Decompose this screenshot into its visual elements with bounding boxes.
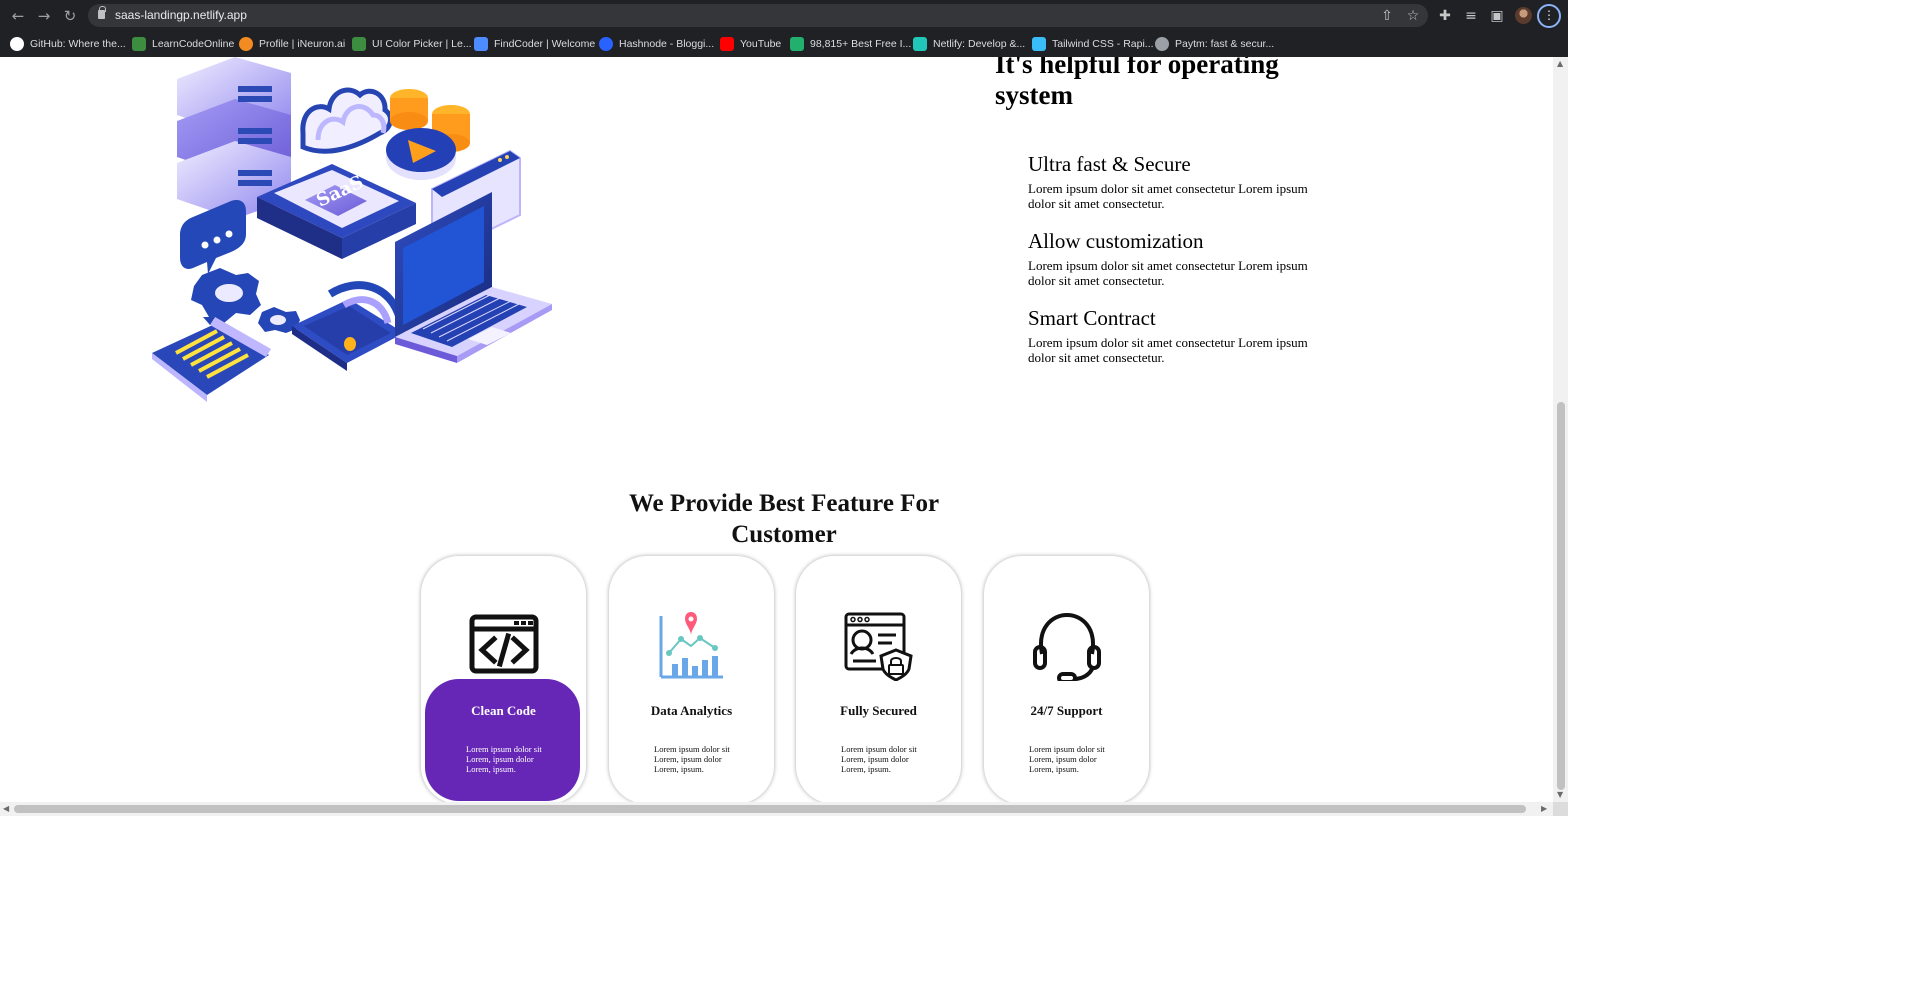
laptop-icon: [395, 192, 552, 363]
page-viewport: SaaS It's helpful for operating system U…: [0, 57, 1553, 802]
feature-ultra-fast-secure: Ultra fast & Secure Lorem ipsum dolor si…: [1028, 151, 1308, 211]
cloud-icon: [300, 87, 393, 154]
security-profile-icon: [844, 612, 913, 681]
headset-icon: [1033, 612, 1101, 681]
feature-description: Lorem ipsum dolor sit amet consectetur L…: [1028, 258, 1308, 288]
feature-card-support[interactable]: 24/7 Support Lorem ipsum dolor sit Lorem…: [984, 556, 1149, 802]
feature-allow-customization: Allow customization Lorem ipsum dolor si…: [1028, 228, 1308, 288]
card-description: Lorem ipsum dolor sit Lorem, ipsum dolor…: [654, 744, 730, 774]
ui-color-picker-icon: [352, 37, 366, 51]
findcoder-icon: [474, 37, 488, 51]
reload-icon[interactable]: ↻: [60, 6, 80, 26]
back-arrow-icon[interactable]: ←: [8, 6, 28, 26]
freepik-icon: [790, 37, 804, 51]
side-panel-icon[interactable]: ▣: [1487, 6, 1507, 26]
feature-card-fully-secured[interactable]: Fully Secured Lorem ipsum dolor sit Lore…: [796, 556, 961, 802]
youtube-icon: [720, 37, 734, 51]
code-window-icon: [469, 614, 539, 674]
bookmark-ineuron[interactable]: Profile | iNeuron.ai: [239, 36, 345, 52]
chrome-menu-icon[interactable]: ⋮: [1537, 4, 1561, 28]
horizontal-scrollbar[interactable]: ◀ ▶: [0, 802, 1553, 816]
address-bar[interactable]: saas-landingp.netlify.app: [88, 4, 1428, 27]
feature-smart-contract: Smart Contract Lorem ipsum dolor sit ame…: [1028, 305, 1308, 365]
hashnode-icon: [599, 37, 613, 51]
media-icon[interactable]: ≡: [1461, 6, 1481, 26]
vertical-scrollbar[interactable]: ▲ ▼: [1553, 57, 1568, 802]
netlify-icon: [913, 37, 927, 51]
feature-card-clean-code[interactable]: Clean Code Lorem ipsum dolor sit Lorem, …: [421, 556, 586, 802]
feature-title: Allow customization: [1028, 229, 1204, 253]
feature-card-data-analytics[interactable]: Data Analytics Lorem ipsum dolor sit Lor…: [609, 556, 774, 802]
active-card-panel: [425, 679, 580, 801]
scroll-left-icon[interactable]: ◀: [3, 804, 9, 813]
bookmark-github[interactable]: GitHub: Where the...: [10, 36, 126, 52]
scroll-up-icon[interactable]: ▲: [1557, 59, 1563, 68]
browser-toolbar: ← → ↻ saas-landingp.netlify.app ⇧ ☆ ✚ ≡ …: [0, 0, 1568, 31]
play-button-icon: [386, 128, 456, 180]
bookmark-ui-color-picker[interactable]: UI Color Picker | Le...: [352, 36, 472, 52]
bookmark-tailwind[interactable]: Tailwind CSS - Rapi...: [1032, 36, 1154, 52]
about-title: It's helpful for operating system: [995, 57, 1279, 110]
vertical-scroll-thumb[interactable]: [1557, 402, 1565, 790]
bookmark-learncodeonline[interactable]: LearnCodeOnline: [132, 36, 234, 52]
card-description: Lorem ipsum dolor sit Lorem, ipsum dolor…: [841, 744, 917, 774]
bookmark-findcoder[interactable]: FindCoder | Welcome: [474, 36, 595, 52]
scrollbar-corner: [1553, 802, 1568, 816]
feature-title: Smart Contract: [1028, 306, 1156, 330]
ineuron-icon: [239, 37, 253, 51]
feature-description: Lorem ipsum dolor sit amet consectetur L…: [1028, 335, 1308, 365]
card-title: 24/7 Support: [1030, 703, 1103, 718]
horizontal-scroll-thumb[interactable]: [14, 805, 1526, 813]
url-text[interactable]: saas-landingp.netlify.app: [115, 8, 247, 22]
card-title: Clean Code: [471, 703, 536, 718]
card-title: Data Analytics: [650, 703, 733, 718]
saas-illustration: SaaS: [152, 57, 552, 402]
bookmark-paytm[interactable]: Paytm: fast & secur...: [1155, 36, 1274, 52]
bookmark-youtube[interactable]: YouTube: [720, 36, 781, 52]
card-description: Lorem ipsum dolor sit Lorem, ipsum dolor…: [466, 744, 542, 774]
smartphone-icon: [292, 281, 404, 371]
bookmark-netlify[interactable]: Netlify: Develop &...: [913, 36, 1025, 52]
paytm-icon: [1155, 37, 1169, 51]
features-section-title: We Provide Best Feature For Customer: [628, 490, 940, 548]
feature-title: Ultra fast & Secure: [1028, 152, 1191, 176]
learncodeonline-icon: [132, 37, 146, 51]
bookmark-freepik[interactable]: 98,815+ Best Free I...: [790, 36, 911, 52]
bookmark-hashnode[interactable]: Hashnode - Bloggi...: [599, 36, 714, 52]
bookmarks-bar: GitHub: Where the... LearnCodeOnline Pro…: [0, 31, 1568, 57]
scroll-down-icon[interactable]: ▼: [1557, 790, 1563, 799]
feature-description: Lorem ipsum dolor sit amet consectetur L…: [1028, 181, 1308, 211]
gear-icon: [191, 268, 300, 333]
card-title: Fully Secured: [840, 703, 917, 718]
notebook-icon: [152, 323, 269, 402]
lock-icon: [98, 6, 106, 19]
forward-arrow-icon[interactable]: →: [34, 6, 54, 26]
chat-bubble-icon: [180, 200, 246, 274]
profile-avatar-icon[interactable]: [1515, 7, 1532, 24]
scroll-right-icon[interactable]: ▶: [1541, 804, 1547, 813]
star-icon[interactable]: ☆: [1403, 6, 1423, 26]
github-icon: [10, 37, 24, 51]
card-description: Lorem ipsum dolor sit Lorem, ipsum dolor…: [1029, 744, 1105, 774]
share-icon[interactable]: ⇧: [1377, 6, 1397, 26]
extensions-icon[interactable]: ✚: [1435, 6, 1455, 26]
tailwind-icon: [1032, 37, 1046, 51]
analytics-chart-icon: [659, 612, 723, 679]
